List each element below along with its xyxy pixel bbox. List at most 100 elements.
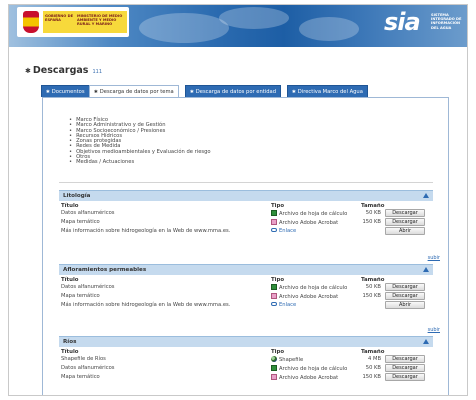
table-row: Datos alfanuméricos Archivo de hoja de c… [59, 209, 433, 218]
row-type-label: Shapefile [279, 357, 304, 363]
tab-directiva-marco[interactable]: ✱ Directiva Marco del Agua [287, 85, 368, 97]
page-title-text: Descargas [32, 65, 89, 76]
collapse-icon[interactable] [423, 193, 429, 198]
section-title: Afloramientos permeables [63, 267, 147, 273]
download-button[interactable]: Descargar [385, 209, 425, 217]
spreadsheet-icon [271, 284, 277, 290]
column-headers: Título Tipo Tamaño [59, 201, 433, 209]
row-type: Enlace [271, 302, 296, 308]
header-cloud [219, 7, 289, 29]
pdf-icon [271, 219, 277, 225]
download-button[interactable]: Descargar [385, 355, 425, 363]
download-button[interactable]: Descargar [385, 292, 425, 300]
tab-descarga-por-entidad[interactable]: ✱ Descarga de datos por entidad [185, 85, 281, 97]
pin-icon: ✱ [94, 90, 98, 95]
section-header: Litología [59, 190, 433, 201]
collapse-icon[interactable] [423, 267, 429, 272]
row-type: Enlace [271, 228, 296, 234]
back-to-top-link[interactable]: subir [428, 327, 440, 333]
section-litologia: Litología Título Tipo Tamaño Datos alfan… [59, 190, 433, 236]
topic-list: Marco Físico Marco Administrativo y de G… [69, 117, 211, 166]
download-button[interactable]: Descargar [385, 364, 425, 372]
section-title: Litología [63, 193, 91, 199]
row-title: Shapefile de Ríos [61, 356, 106, 362]
pin-icon: ✱ [292, 90, 296, 95]
tab-panel: Marco Físico Marco Administrativo y de G… [42, 97, 449, 395]
row-type: Archivo Adobe Acrobat [271, 219, 338, 226]
row-type-label: Archivo de hoja de cálculo [279, 366, 348, 372]
row-type-label: Archivo Adobe Acrobat [279, 294, 339, 300]
row-type-label: Archivo de hoja de cálculo [279, 285, 348, 291]
open-button[interactable]: Abrir [385, 227, 425, 235]
row-title: Mapa temático [61, 374, 100, 380]
row-type-label: Enlace [279, 228, 297, 234]
section-afloramientos: Afloramientos permeables Título Tipo Tam… [59, 264, 433, 310]
pin-icon: ✱ [25, 67, 31, 75]
tab-label: Descarga de datos por tema [99, 89, 174, 95]
table-row: Más información sobre hidrogeología en l… [59, 301, 433, 310]
section-header: Afloramientos permeables [59, 264, 433, 275]
link-icon [271, 228, 277, 232]
header-cloud [139, 13, 229, 43]
link-icon [271, 302, 277, 306]
row-type: Shapefile [271, 356, 303, 363]
download-button[interactable]: Descargar [385, 218, 425, 226]
spreadsheet-icon [271, 365, 277, 371]
spreadsheet-icon [271, 210, 277, 216]
row-size: 50 KB [365, 210, 381, 216]
table-row: Shapefile de Ríos Shapefile 4 MB Descarg… [59, 355, 433, 364]
row-size: 150 KB [362, 293, 381, 299]
row-size: 50 KB [365, 365, 381, 371]
row-title: Más información sobre hidrogeología en l… [61, 302, 231, 308]
open-button[interactable]: Abrir [385, 301, 425, 309]
table-row: Datos alfanuméricos Archivo de hoja de c… [59, 364, 433, 373]
gov-label: GOBIERNO DE ESPAÑA [45, 14, 74, 23]
row-size: 150 KB [362, 374, 381, 380]
shapefile-icon [271, 356, 277, 362]
download-button[interactable]: Descargar [385, 373, 425, 381]
row-title: Más información sobre hidrogeología en l… [61, 228, 231, 234]
download-button[interactable]: Descargar [385, 283, 425, 291]
row-title: Datos alfanuméricos [61, 210, 115, 216]
row-title: Mapa temático [61, 219, 100, 225]
row-type: Archivo Adobe Acrobat [271, 293, 338, 300]
table-row: Mapa temático Archivo Adobe Acrobat 150 … [59, 218, 433, 227]
divider [59, 182, 433, 183]
back-to-top-link[interactable]: subir [428, 255, 440, 261]
title-badge: 111 [92, 69, 102, 75]
section-title: Ríos [63, 339, 77, 345]
tab-label: Directiva Marco del Agua [297, 89, 363, 95]
column-headers: Título Tipo Tamaño [59, 275, 433, 283]
row-type: Archivo de hoja de cálculo [271, 365, 347, 372]
row-type: Archivo Adobe Acrobat [271, 374, 338, 381]
sia-subtitle: SISTEMA INTEGRADO DE INFORMACIÓN DEL AGU… [431, 13, 462, 30]
pin-icon: ✱ [46, 90, 50, 95]
ministry-label: MINISTERIO DE MEDIO AMBIENTE Y MEDIO RUR… [77, 14, 123, 27]
row-size: 50 KB [365, 284, 381, 290]
tab-documentos[interactable]: ✱ Documentos [41, 85, 90, 97]
row-size: 4 MB [368, 356, 381, 362]
page-frame: GOBIERNO DE ESPAÑA MINISTERIO DE MEDIO A… [8, 4, 468, 396]
row-title: Datos alfanuméricos [61, 365, 115, 371]
site-header: GOBIERNO DE ESPAÑA MINISTERIO DE MEDIO A… [9, 5, 467, 47]
tab-label: Descarga de datos por entidad [195, 89, 276, 95]
sia-logo-word: sia [384, 8, 421, 36]
row-type: Archivo de hoja de cálculo [271, 284, 347, 291]
topic-link[interactable]: Medidas / Actuaciones [69, 160, 211, 166]
table-row: Datos alfanuméricos Archivo de hoja de c… [59, 283, 433, 292]
table-row: Mapa temático Archivo Adobe Acrobat 150 … [59, 373, 433, 382]
row-title: Mapa temático [61, 293, 100, 299]
table-row: Más información sobre hidrogeología en l… [59, 227, 433, 236]
table-row: Mapa temático Archivo Adobe Acrobat 150 … [59, 292, 433, 301]
pdf-icon [271, 374, 277, 380]
row-type: Archivo de hoja de cálculo [271, 210, 347, 217]
sia-logo[interactable]: sia SISTEMA INTEGRADO DE INFORMACIÓN DEL… [384, 8, 464, 36]
collapse-icon[interactable] [423, 339, 429, 344]
row-title: Datos alfanuméricos [61, 284, 115, 290]
row-type-label: Enlace [279, 302, 297, 308]
topic-link[interactable]: Objetivos medioambientales y Evaluación … [69, 149, 211, 155]
column-headers: Título Tipo Tamaño [59, 347, 433, 355]
tab-label: Documentos [51, 89, 85, 95]
government-logo[interactable]: GOBIERNO DE ESPAÑA MINISTERIO DE MEDIO A… [17, 7, 129, 37]
row-type-label: Archivo Adobe Acrobat [279, 375, 339, 381]
